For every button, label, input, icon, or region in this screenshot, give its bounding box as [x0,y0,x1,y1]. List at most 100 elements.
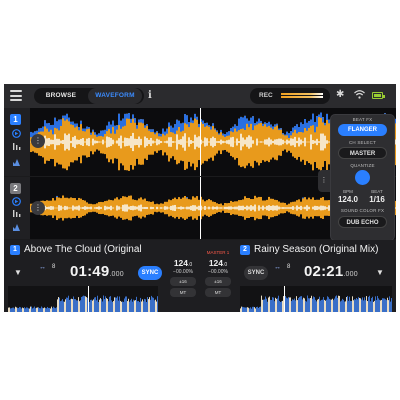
deck1-bpm[interactable]: 124.0 [167,258,199,268]
overview-bar [301,296,302,312]
info-icon[interactable]: i [148,90,154,102]
deck1-track-title[interactable]: Above The Cloud (Original [24,244,142,255]
overview-bar [50,308,51,312]
deck1-eq-icon[interactable] [12,142,21,151]
fx-panel-collapse-button[interactable]: ⋮ [318,170,330,192]
waveform-bass-bar [132,114,134,119]
fx-beat-value[interactable]: 1/16 [364,195,390,204]
rec-control[interactable]: REC [250,88,330,104]
deck2-beat-jump-icon[interactable]: ↔ [274,264,281,271]
overview-bar [66,297,67,312]
fx-bpm-value[interactable]: 124.0 [335,195,361,204]
waveform-tab[interactable]: WAVEFORM [88,88,142,104]
overview-bar [118,300,119,312]
waveform-high-bar [150,137,152,147]
menu-icon[interactable] [10,90,22,101]
waveform-high-bar [152,140,154,144]
beat-fx-button[interactable]: FLANGER [338,124,387,136]
waveform-high-bar [204,206,206,210]
deck2-master-indicator[interactable]: MASTER 1 [202,250,234,255]
deck1-sync-button[interactable]: SYNC [138,266,162,280]
waveform-bass-bar [184,114,186,124]
overview-bar [368,296,369,312]
waveform-high-bar [218,207,220,209]
overview-bar [77,300,78,312]
waveform-high-bar [224,141,226,143]
quantize-toggle[interactable] [355,170,370,185]
deck1-beat-jump-icon[interactable]: ↔ [39,264,46,271]
deck1-pitch-icon[interactable] [12,158,21,167]
waveform-high-bar [60,205,62,211]
overview-bar [381,299,382,312]
overview-bar [311,295,312,312]
overview-bar [86,297,87,312]
deck2-more-button[interactable]: ⋮ [31,201,45,215]
waveform-bass-bar [150,129,152,133]
waveform-high-bar [308,206,310,210]
deck1-overview-waveform[interactable] [8,286,158,312]
overview-bar [339,295,340,312]
waveform-bass-bar [74,123,76,128]
overview-bar [385,299,386,312]
deck1-range-button[interactable]: ±16 [170,277,196,286]
deck2-cue-icon[interactable] [12,197,21,206]
waveform-bass-bar [216,130,218,132]
deck2-track-title[interactable]: Rainy Season (Original Mix) [254,244,379,255]
deck2-number[interactable]: 2 [10,183,21,194]
sound-color-fx-button[interactable]: DUB ECHO [338,216,387,228]
waveform-bass-bar [100,130,102,136]
overview-bar [57,299,58,312]
overview-bar [39,308,40,312]
waveform-bass-bar [164,131,166,136]
waveform-high-bar [108,206,110,210]
ch-select-button[interactable]: MASTER [338,147,387,159]
deck2-pitch-icon[interactable] [12,223,21,232]
overview-bar [115,297,116,312]
browse-tab[interactable]: BROWSE [36,88,86,104]
deck2-bpm[interactable]: 124.0 [202,258,234,268]
overview-bar [72,299,73,312]
overview-bar [370,301,371,312]
waveform-high-bar [98,141,100,143]
overview-bar [108,301,109,312]
deck1-beat-jump-value: 8 [52,264,56,270]
waveform-high-bar [298,206,300,210]
overview-bar [378,298,379,312]
deck1-more-button[interactable]: ⋮ [31,134,45,148]
deck1-number[interactable]: 1 [10,114,21,125]
overview-bar [377,295,378,312]
overview-bar [282,300,283,312]
waveform-bass-bar [322,117,324,123]
deck2-overview-waveform[interactable] [240,286,392,312]
waveform-bass-bar [104,129,106,134]
deck1-mt-button[interactable]: MT [170,288,196,297]
waveform-bass-bar [240,116,242,129]
waveform-high-bar [124,137,126,147]
overview-bar [152,297,153,312]
overview-bar [135,300,136,312]
overview-bar [362,297,363,312]
deck2-mt-button[interactable]: MT [205,288,231,297]
overview-bar [65,299,66,312]
waveform-high-bar [274,139,276,145]
deck2-sync-button[interactable]: SYNC [244,266,268,280]
deck2-master-label: MASTER [206,250,226,255]
overview-bar [258,307,259,312]
waveform-high-bar [132,132,134,152]
waveform-high-bar [230,137,232,147]
waveform-high-bar [320,133,322,151]
waveform-high-bar [158,139,160,145]
overview-bar [328,297,329,312]
overview-bar [320,300,321,312]
deck2-load-chevron-icon[interactable]: ▼ [376,268,384,277]
waveform-high-bar [54,134,56,150]
deck2-range-button[interactable]: ±16 [205,277,231,286]
overview-bar [24,307,25,312]
overview-bar [290,297,291,312]
deck1-load-chevron-icon[interactable]: ▼ [14,268,22,277]
waveform-high-bar [54,207,56,209]
deck2-eq-icon[interactable] [12,209,21,218]
overview-bar [26,307,27,312]
waveform-high-bar [86,206,88,210]
deck1-cue-icon[interactable] [12,129,21,138]
